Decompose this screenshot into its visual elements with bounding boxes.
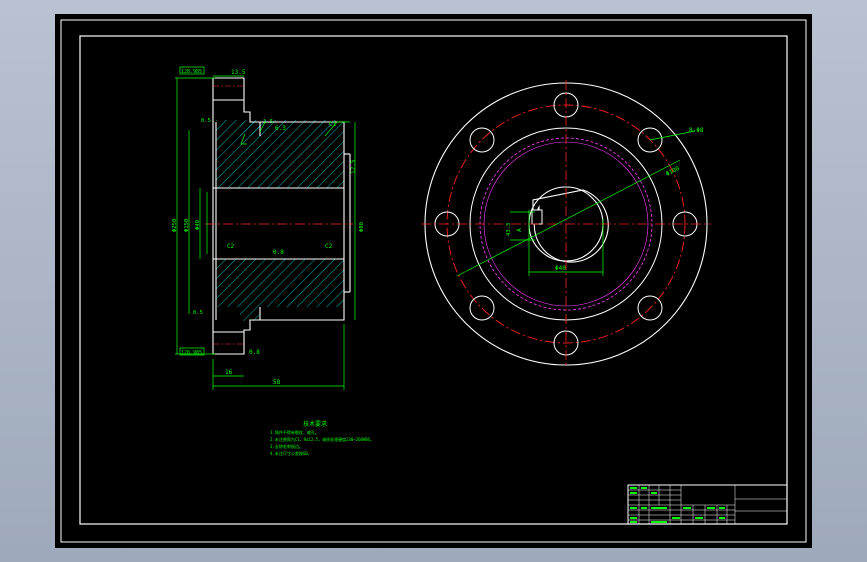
dim-hub-od: Φ80 [359,222,365,232]
dim-bottom-tolerance: 128.985 [181,350,202,356]
dim-width-58: 58 [273,379,281,386]
dim-key-width: Φ40 [555,265,566,272]
centerlines [421,80,711,368]
cad-application-window: 128.985 13.5 1.5 0.5 6.3 C1 12.5 Φ250 Φ1… [0,0,867,562]
dim-c2: C2 [227,243,235,250]
dim-gap-bottom: 0.5 [193,310,203,316]
notes-line-3: 3.去除毛刺锐边。 [270,443,303,449]
drawing-canvas[interactable]: 128.985 13.5 1.5 0.5 6.3 C1 12.5 Φ250 Φ1… [55,14,812,548]
dim-key-label: A [516,228,523,232]
dim-gap-left: 0.5 [201,118,211,124]
dim-od-left: Φ250 [172,219,178,232]
engineering-drawing: 128.985 13.5 1.5 0.5 6.3 C1 12.5 Φ250 Φ1… [60,19,807,543]
front-view: Φ100 8-Φ8 Φ40 43.3 A [421,80,711,368]
dim-chamfer: 1.5 [263,119,273,125]
outer-border [60,19,807,543]
dim-rough-1: 6.3 [275,125,286,132]
dim-width-16: 16 [225,369,233,376]
notes-line-2: 2.未注倒角为C1，Ra12.5，调质处理硬度230~260HBS。 [270,436,374,442]
notes-title: 技术要求 [303,420,327,428]
dim-bolt-holes: 8-Φ8 [689,127,704,134]
dim-c1: C1 [329,121,337,128]
dim-top-tolerance: 128.985 [181,69,202,75]
dim-rough-3: 0.8 [249,349,260,356]
hatch-lower [216,259,344,307]
dim-top-height: 13.5 [231,69,246,76]
title-block [627,484,788,525]
keyed-bore [532,189,609,263]
notes-line-1: 1.铸件不得有裂纹、缩孔。 [270,429,319,435]
dim-rough-2: 0.8 [273,249,284,256]
dim-d-left2: Φ150 [184,219,190,232]
dim-key-height: 43.3 [506,223,512,236]
part-outline [212,77,345,355]
dim-c3: C2 [325,243,333,250]
dim-bore: Φ40 [195,220,201,230]
technical-notes: 技术要求 1.铸件不得有裂纹、缩孔。 2.未注倒角为C1，Ra12.5，调质处理… [270,420,374,456]
dim-ra-right: 12.5 [350,159,357,174]
section-view: 128.985 13.5 1.5 0.5 6.3 C1 12.5 Φ250 Φ1… [172,66,365,390]
dimension-lines [175,66,356,390]
notes-line-4: 4.未注尺寸公差按GB。 [270,450,312,456]
inner-border [79,35,788,525]
